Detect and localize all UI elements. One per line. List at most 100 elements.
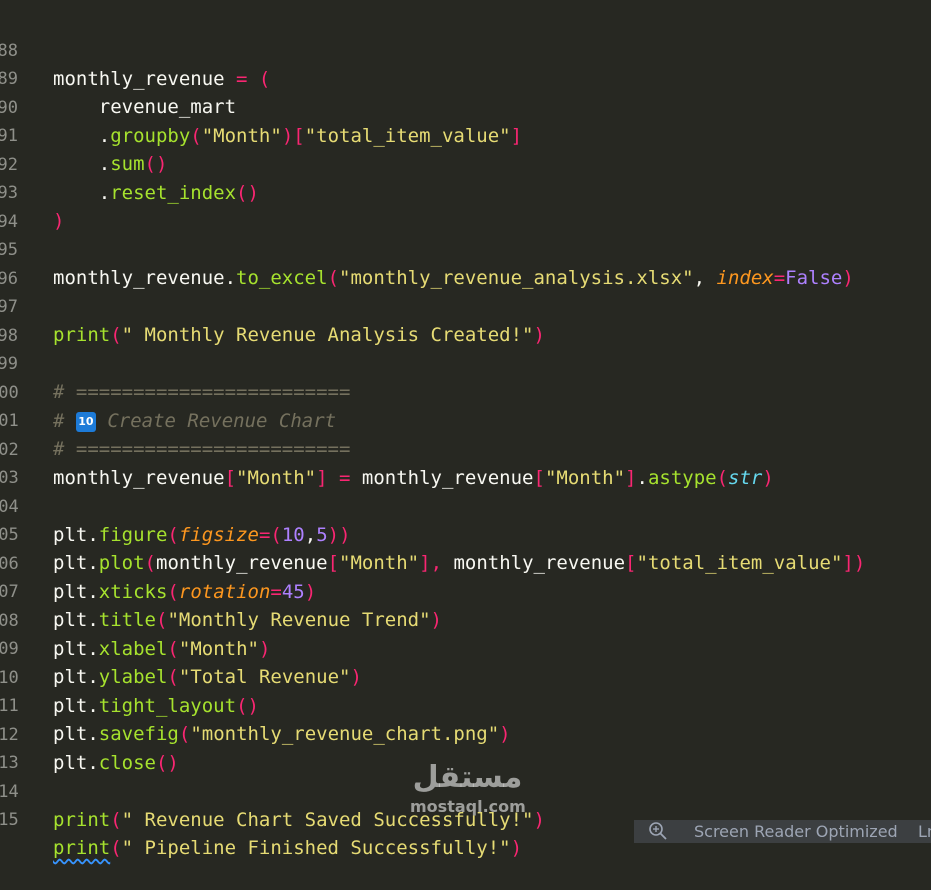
code-token: "total_item_value" <box>636 552 843 574</box>
code-line[interactable]: 100 # 10 Create Revenue Chart <box>0 351 336 432</box>
watermark-logo: مستقل <box>412 760 523 795</box>
code-token: [ <box>327 552 340 574</box>
code-token: . <box>87 552 99 574</box>
code-line[interactable]: 103 <box>0 436 46 488</box>
code-token: ) <box>430 609 442 631</box>
code-token: print <box>53 809 111 831</box>
code-line[interactable]: 94 <box>0 180 46 232</box>
code-line[interactable]: 105 plt.plot(monthly_revenue["Month"], m… <box>0 493 865 574</box>
code-token: figure <box>98 524 168 546</box>
code-token: sum <box>110 153 145 175</box>
code-token: ( <box>167 581 179 603</box>
status-bar: Screen Reader Optimized Ln <box>634 820 931 843</box>
code-token: , <box>304 524 317 546</box>
code-line[interactable]: 110 plt.tight_layout() <box>0 636 259 717</box>
code-line[interactable]: 91 .sum() <box>0 94 167 175</box>
code-token: close <box>98 752 156 774</box>
code-line[interactable]: 114 print(" Revenue Chart Saved Successf… <box>0 750 545 831</box>
watermark: مستقل mostaql.com <box>410 760 526 830</box>
code-token: plt <box>53 609 88 631</box>
code-line[interactable]: 95 monthly_revenue.to_excel("monthly_rev… <box>0 208 854 289</box>
code-token: ylabel <box>98 666 168 688</box>
code-line[interactable]: 88 monthly_revenue = ( <box>0 9 270 90</box>
code-line[interactable]: 112 plt.close() <box>0 693 179 774</box>
screen-reader-status[interactable]: Screen Reader Optimized <box>694 822 898 841</box>
code-token: ) <box>533 809 545 831</box>
code-token: [ <box>224 467 237 489</box>
code-line[interactable]: 113 <box>0 721 46 773</box>
code-token: . <box>87 581 99 603</box>
code-token: plt <box>53 695 88 717</box>
code-token: ( <box>167 524 179 546</box>
code-token: xlabel <box>98 638 168 660</box>
code-line[interactable]: 99 # ======================== <box>0 322 350 403</box>
code-token: ) <box>258 638 271 660</box>
code-token: "Month" <box>236 467 317 489</box>
code-line[interactable]: 92 .reset_index() <box>0 123 259 204</box>
code-token: ) <box>304 581 317 603</box>
code-line[interactable]: 115 print(" Pipeline Finished Successful… <box>0 778 522 859</box>
code-token: monthly_revenue <box>361 467 534 489</box>
code-token-warning[interactable]: print <box>53 837 110 859</box>
code-token: ], <box>419 552 454 574</box>
code-token: . <box>87 752 99 774</box>
code-line[interactable]: 109 plt.ylabel("Total Revenue") <box>0 607 362 688</box>
code-comment: # <box>53 410 76 432</box>
code-token: title <box>98 609 156 631</box>
code-token: () <box>155 752 179 774</box>
code-token: plt <box>53 552 88 574</box>
code-token: ( <box>144 552 156 574</box>
code-token: . <box>636 467 648 489</box>
zoom-icon[interactable] <box>648 821 668 841</box>
keycap-ten-icon: 10 <box>75 411 96 432</box>
code-line[interactable]: 106 plt.xticks(rotation=45) <box>0 522 316 603</box>
code-token: )) <box>327 524 351 546</box>
code-token: plt <box>53 723 88 745</box>
code-token: groupby <box>110 125 191 147</box>
code-token: reset_index <box>110 182 237 204</box>
code-token: to_excel <box>236 267 328 289</box>
code-token: . <box>224 267 237 289</box>
code-token: "Month" <box>339 552 420 574</box>
line-number: 115 <box>0 810 19 830</box>
line-indicator[interactable]: Ln <box>918 822 931 841</box>
code-token: "Total Revenue" <box>178 666 351 688</box>
code-token: monthly_revenue <box>53 267 225 289</box>
code-token: . <box>53 125 111 147</box>
code-line[interactable]: 96 <box>0 237 46 289</box>
code-line[interactable]: 101 # ======================== <box>0 379 350 460</box>
code-line[interactable]: 104 plt.figure(figsize=(10,5)) <box>0 465 351 546</box>
code-token: . <box>87 666 99 688</box>
code-token: monthly_revenue <box>53 68 237 90</box>
code-token: False <box>785 267 843 289</box>
code-token: "Month" <box>178 638 259 660</box>
code-token: [ <box>533 467 545 489</box>
code-token: ( <box>167 638 179 660</box>
code-line[interactable]: 97 print(" Monthly Revenue Analysis Crea… <box>0 265 545 346</box>
code-line[interactable]: 107 plt.title("Monthly Revenue Trend") <box>0 550 442 631</box>
code-token: ( <box>110 324 122 346</box>
code-line[interactable]: 90 .groupby("Month")["total_item_value"] <box>0 66 522 147</box>
code-token: ]) <box>842 552 866 574</box>
code-token: = <box>236 68 259 90</box>
code-token: "Monthly Revenue Trend" <box>167 609 431 631</box>
code-token: 5 <box>316 524 328 546</box>
code-token: figsize <box>178 524 259 546</box>
code-token: ( <box>110 837 122 859</box>
code-line[interactable]: 98 <box>0 294 46 346</box>
code-editor[interactable]: 88 monthly_revenue = ( 89 revenue_mart 9… <box>0 0 931 859</box>
code-token: [ <box>293 125 305 147</box>
code-token: = <box>773 267 786 289</box>
code-line[interactable]: 108 plt.xlabel("Month") <box>0 579 270 660</box>
code-line[interactable]: 89 revenue_mart <box>0 37 236 118</box>
code-token: plt <box>53 638 88 660</box>
code-comment: # ======================== <box>53 381 351 403</box>
code-line[interactable]: 111 plt.savefig("monthly_revenue_chart.p… <box>0 664 511 745</box>
code-token: =( <box>258 524 282 546</box>
code-line[interactable]: 93 ) <box>0 151 64 232</box>
code-token: [ <box>625 552 637 574</box>
code-token: astype <box>647 467 717 489</box>
code-token: , <box>693 267 717 289</box>
code-line[interactable]: 102 monthly_revenue["Month"] = monthly_r… <box>0 408 774 489</box>
code-token: ( <box>178 723 191 745</box>
